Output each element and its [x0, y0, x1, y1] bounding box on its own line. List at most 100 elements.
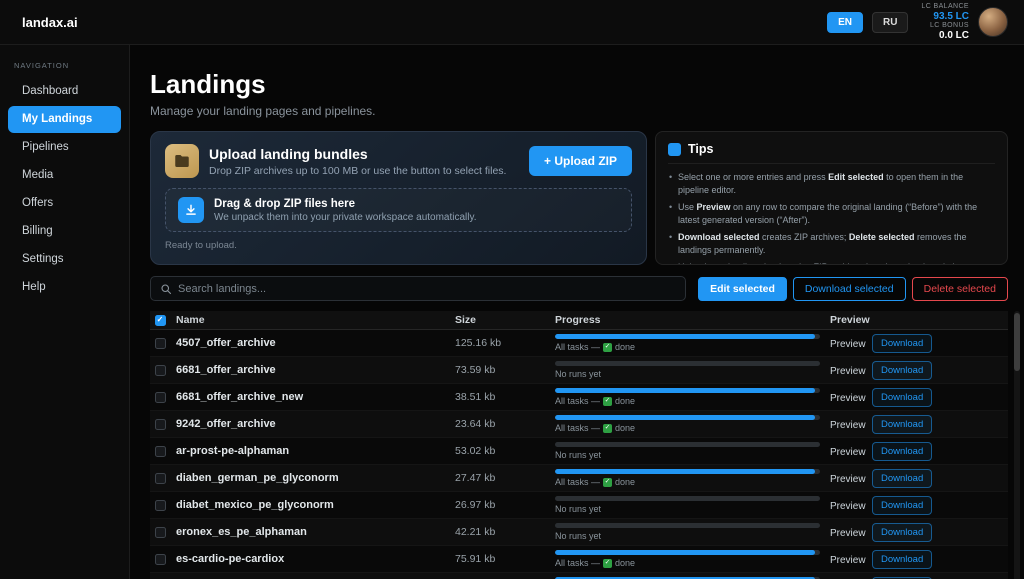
row-checkbox[interactable]	[155, 338, 166, 349]
preview-link[interactable]: Preview	[830, 339, 866, 350]
brand-logo[interactable]: landax.ai	[16, 15, 78, 30]
row-checkbox[interactable]	[155, 554, 166, 565]
tip-item: Select one or more entries and press Edi…	[668, 171, 995, 197]
sidebar-item-media[interactable]: Media	[8, 162, 121, 189]
lc-bonus-label: LC BONUS	[921, 22, 969, 30]
progress-status-text: No runs yet	[555, 450, 820, 460]
preview-link[interactable]: Preview	[830, 420, 866, 431]
progress-bar-fill	[555, 550, 815, 555]
preview-link[interactable]: Preview	[830, 528, 866, 539]
progress-status-text: All tasks —done	[555, 396, 820, 406]
sidebar-item-settings[interactable]: Settings	[8, 246, 121, 273]
progress-status-text: No runs yet	[555, 504, 820, 514]
select-all-cell	[150, 315, 170, 326]
row-checkbox[interactable]	[155, 446, 166, 457]
row-checkbox[interactable]	[155, 365, 166, 376]
progress-bar-fill	[555, 334, 815, 339]
row-name: diaben_german_pe_glyconorm	[170, 472, 450, 484]
progress-bar	[555, 442, 820, 447]
download-selected-button[interactable]: Download selected	[793, 277, 906, 301]
download-button[interactable]: Download	[872, 334, 932, 353]
upload-card-subtitle: Drop ZIP archives up to 100 MB or use th…	[209, 165, 506, 177]
preview-link[interactable]: Preview	[830, 366, 866, 377]
row-progress: All tasks —done	[550, 334, 828, 352]
progress-bar-fill	[555, 415, 815, 420]
sidebar-item-dashboard[interactable]: Dashboard	[8, 78, 121, 105]
zip-dropzone[interactable]: Drag & drop ZIP files here We unpack the…	[165, 188, 632, 232]
dropzone-texts: Drag & drop ZIP files here We unpack the…	[214, 198, 477, 223]
preview-link[interactable]: Preview	[830, 474, 866, 485]
upload-zip-button[interactable]: + Upload ZIP	[529, 146, 632, 176]
progress-bar-fill	[555, 388, 815, 393]
page-title: Landings	[150, 69, 1008, 100]
search-input[interactable]	[178, 283, 676, 295]
lang-ru-button[interactable]: RU	[872, 12, 908, 33]
row-name: 4507_offer_archive	[170, 337, 450, 349]
download-button[interactable]: Download	[872, 523, 932, 542]
row-checkbox[interactable]	[155, 473, 166, 484]
table-row: diaben_german_pe_glyconorm27.47 kbAll ta…	[150, 465, 1008, 492]
download-button[interactable]: Download	[872, 469, 932, 488]
row-progress: No runs yet	[550, 523, 828, 541]
tip-item: Use Preview on any row to compare the or…	[668, 201, 995, 227]
sidebar-item-help[interactable]: Help	[8, 274, 121, 301]
download-button[interactable]: Download	[872, 361, 932, 380]
scrollbar-thumb[interactable]	[1014, 313, 1020, 371]
row-checkbox[interactable]	[155, 500, 166, 511]
download-button[interactable]: Download	[872, 442, 932, 461]
edit-selected-button[interactable]: Edit selected	[698, 277, 787, 301]
row-preview-cell: Preview	[828, 417, 872, 431]
row-size: 26.97 kb	[450, 499, 550, 511]
row-checkbox[interactable]	[155, 527, 166, 538]
sidebar-item-billing[interactable]: Billing	[8, 218, 121, 245]
upload-status-text: Ready to upload.	[165, 240, 632, 251]
dropzone-title: Drag & drop ZIP files here	[214, 198, 477, 210]
select-all-checkbox[interactable]	[155, 315, 166, 326]
upload-card-texts: Upload landing bundles Drop ZIP archives…	[209, 146, 506, 177]
sidebar-item-pipelines[interactable]: Pipelines	[8, 134, 121, 161]
row-download-cell: Download	[872, 442, 930, 461]
folder-icon	[165, 144, 199, 178]
tips-icon	[668, 143, 681, 156]
preview-link[interactable]: Preview	[830, 555, 866, 566]
table-scrollbar[interactable]	[1014, 311, 1020, 579]
progress-status-text: All tasks —done	[555, 342, 820, 352]
preview-link[interactable]: Preview	[830, 447, 866, 458]
progress-bar	[555, 469, 820, 474]
sidebar-item-offers[interactable]: Offers	[8, 190, 121, 217]
progress-bar	[555, 388, 820, 393]
search-icon	[160, 283, 172, 295]
row-progress: All tasks —done	[550, 388, 828, 406]
row-name: 6681_offer_archive	[170, 364, 450, 376]
download-button[interactable]: Download	[872, 388, 932, 407]
sidebar-nav: DashboardMy LandingsPipelinesMediaOffers…	[0, 78, 129, 301]
row-preview-cell: Preview	[828, 525, 872, 539]
table-row: 9242_offer_archive23.64 kbAll tasks —don…	[150, 411, 1008, 438]
preview-link[interactable]: Preview	[830, 501, 866, 512]
row-size: 38.51 kb	[450, 391, 550, 403]
progress-status-text: All tasks —done	[555, 558, 820, 568]
download-button[interactable]: Download	[872, 550, 932, 569]
row-preview-cell: Preview	[828, 336, 872, 350]
row-progress: No runs yet	[550, 361, 828, 379]
table-row: 4507_offer_archive125.16 kbAll tasks —do…	[150, 330, 1008, 357]
row-checkbox[interactable]	[155, 419, 166, 430]
check-icon	[603, 343, 612, 352]
row-download-cell: Download	[872, 415, 930, 434]
preview-link[interactable]: Preview	[830, 393, 866, 404]
delete-selected-button[interactable]: Delete selected	[912, 277, 1008, 301]
row-select-cell	[150, 527, 170, 538]
download-tray-icon	[178, 197, 204, 223]
lc-balance-value: 93.5 LC	[921, 11, 969, 22]
download-button[interactable]: Download	[872, 496, 932, 515]
lc-balance-label: LC BALANCE	[921, 3, 969, 11]
avatar[interactable]	[978, 7, 1008, 37]
download-button[interactable]: Download	[872, 415, 932, 434]
row-checkbox[interactable]	[155, 392, 166, 403]
progress-status-text: No runs yet	[555, 369, 820, 379]
sidebar-item-my-landings[interactable]: My Landings	[8, 106, 121, 133]
column-header-name: Name	[170, 314, 450, 326]
lang-en-button[interactable]: EN	[827, 12, 863, 33]
main-content: Landings Manage your landing pages and p…	[130, 45, 1024, 579]
row-select-cell	[150, 365, 170, 376]
